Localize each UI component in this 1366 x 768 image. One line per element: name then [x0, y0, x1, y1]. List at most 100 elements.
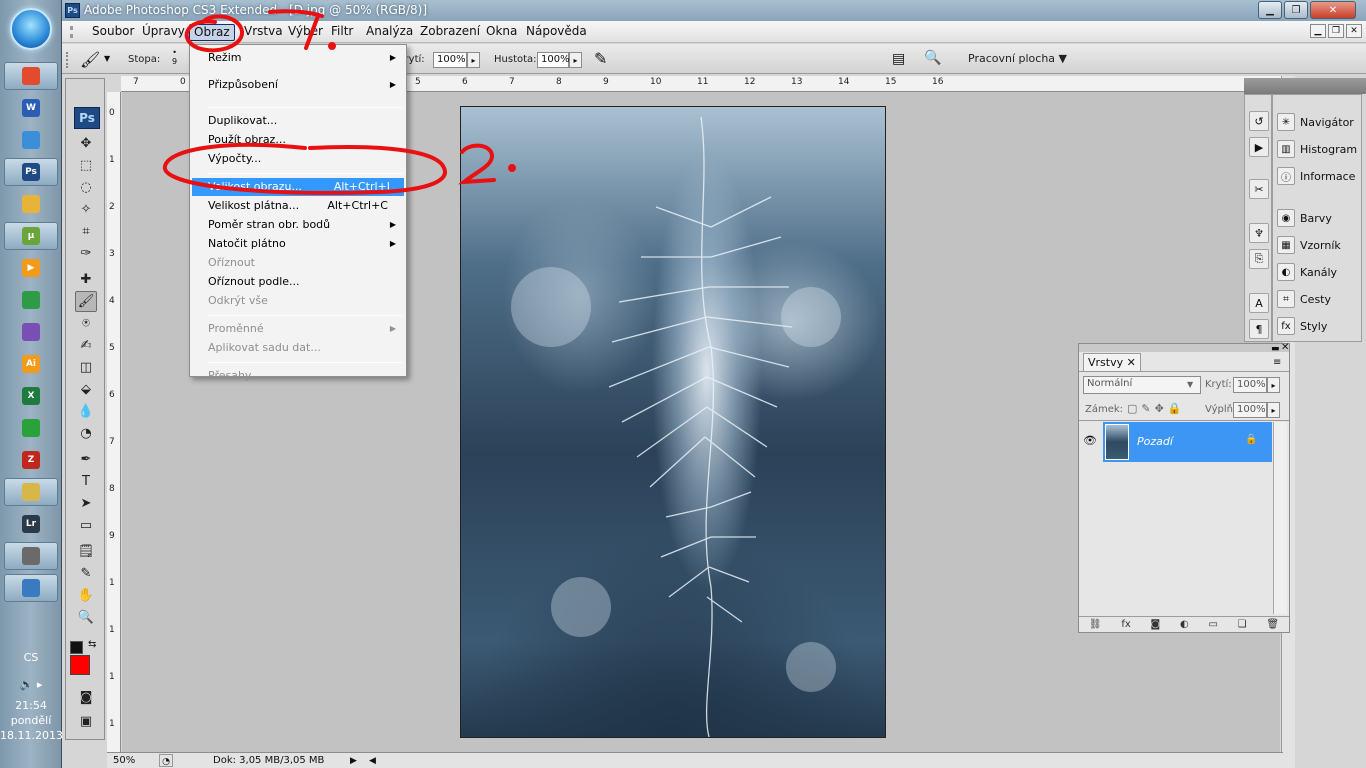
marquee-tool-icon[interactable]: ⬚: [75, 155, 97, 176]
brush-tool-icon[interactable]: 🖌: [75, 291, 97, 312]
new-layer-icon[interactable]: ❏: [1238, 619, 1247, 630]
path-select-tool-icon[interactable]: ➤: [75, 493, 97, 514]
panel-g2-1[interactable]: ▦ Vzorník: [1277, 234, 1359, 256]
layer-opacity-arrow[interactable]: ▸: [1267, 377, 1280, 393]
layers-panel-header[interactable]: [1079, 344, 1289, 352]
zoom-tool-icon[interactable]: 🔍: [75, 607, 97, 628]
dock-header[interactable]: [1244, 78, 1366, 94]
menu-item-18[interactable]: Přesahy...: [208, 367, 402, 385]
tool-presets-icon[interactable]: ✂: [1249, 179, 1269, 199]
menu-item-7[interactable]: Velikost obrazu... Alt+Ctrl+I: [192, 178, 404, 196]
menu-item-13[interactable]: Odkrýt vše: [208, 292, 402, 310]
menu-obraz[interactable]: Obraz: [189, 24, 235, 41]
menu-item-0[interactable]: Režim ▶: [208, 49, 402, 67]
workspace-menu[interactable]: Pracovní plocha ▼: [968, 52, 1067, 65]
menu-vrstva[interactable]: Vrstva: [240, 24, 287, 41]
layers-tab[interactable]: Vrstvy ✕: [1083, 353, 1141, 371]
menu-item-3[interactable]: Duplikovat...: [208, 112, 402, 130]
eyedropper-tool-icon[interactable]: ✎: [75, 563, 97, 584]
language-indicator[interactable]: CS: [0, 650, 62, 665]
menu-item-15[interactable]: Proměnné ▶: [208, 320, 402, 338]
taskbar-app-media[interactable]: ▶: [4, 254, 58, 282]
clock-time[interactable]: 21:54: [0, 698, 62, 713]
type-tool-icon[interactable]: T: [75, 471, 97, 492]
layer-opacity-field[interactable]: 100%: [1233, 377, 1267, 393]
panel-g2-3[interactable]: ⌗ Cesty: [1277, 288, 1359, 310]
taskbar-app-explorer2[interactable]: [4, 478, 58, 506]
menu-item-9[interactable]: Poměr stran obr. bodů ▶: [208, 216, 402, 234]
menu-vyber[interactable]: Výběr: [284, 24, 327, 41]
lock-icons[interactable]: ▢✎✥🔒: [1127, 402, 1186, 415]
character-icon[interactable]: A: [1249, 293, 1269, 313]
dodge-tool-icon[interactable]: ◔: [75, 423, 97, 444]
fill-arrow[interactable]: ▸: [1267, 402, 1280, 418]
magic-wand-tool-icon[interactable]: ✧: [75, 199, 97, 220]
menu-item-8[interactable]: Velikost plátna... Alt+Ctrl+C: [208, 197, 402, 215]
status-arrow-right-icon[interactable]: ▶: [350, 754, 357, 768]
menu-item-5[interactable]: Výpočty...: [208, 150, 402, 168]
opacity-field[interactable]: 100%: [433, 52, 467, 68]
layer-style-icon[interactable]: fx: [1121, 619, 1130, 630]
panel-g2-2[interactable]: ◐ Kanály: [1277, 261, 1359, 283]
palette-well-icon[interactable]: ▤: [892, 51, 905, 67]
trash-icon[interactable]: 🗑: [1266, 619, 1279, 630]
panel-1-histogram[interactable]: ▥ Histogram: [1277, 138, 1359, 160]
taskbar-app-lightroom[interactable]: Lr: [4, 510, 58, 538]
start-button[interactable]: [10, 8, 52, 50]
taskbar-app-utorrent[interactable]: µ: [4, 222, 58, 250]
menu-analyza[interactable]: Analýza: [362, 24, 417, 41]
taskbar-app-green-app[interactable]: [4, 414, 58, 442]
taskbar-app-chrome[interactable]: [4, 62, 58, 90]
fill-field[interactable]: 100%: [1233, 402, 1267, 418]
panel-g2-4[interactable]: fx Styly: [1277, 315, 1359, 337]
adjustment-layer-icon[interactable]: ◐: [1180, 619, 1189, 630]
menu-item-4[interactable]: Použít obraz...: [208, 131, 402, 149]
screen-mode-icon[interactable]: ▣: [75, 711, 97, 732]
eraser-tool-icon[interactable]: ◫: [75, 357, 97, 378]
shape-tool-icon[interactable]: ▭: [75, 515, 97, 536]
menu-item-10[interactable]: Natočit plátno ▶: [208, 235, 402, 253]
doc-minimize-button[interactable]: ▁: [1310, 24, 1326, 38]
link-layers-icon[interactable]: ⛓: [1089, 619, 1102, 630]
bucket-tool-icon[interactable]: ⬙: [75, 379, 97, 400]
new-group-icon[interactable]: ▭: [1208, 619, 1217, 630]
quick-mask-icon[interactable]: ◙: [75, 687, 97, 708]
history-brush-tool-icon[interactable]: ✍: [75, 335, 97, 356]
maximize-button[interactable]: ❐: [1284, 1, 1308, 19]
panel-0-navigátor[interactable]: ✳ Navigátor: [1277, 111, 1359, 133]
minimize-button[interactable]: ▁: [1258, 1, 1282, 19]
panel-collapse-icon[interactable]: ▬: [1271, 344, 1280, 354]
menu-item-12[interactable]: Oříznout podle...: [208, 273, 402, 291]
actions-icon[interactable]: ▶: [1249, 137, 1269, 157]
bridge-icon[interactable]: 🔍: [924, 50, 941, 66]
taskbar-app-vs[interactable]: [4, 318, 58, 346]
taskbar-app-gnumeric[interactable]: [4, 286, 58, 314]
eye-icon[interactable]: 👁: [1083, 434, 1097, 447]
close-button[interactable]: ✕: [1310, 1, 1356, 19]
notes-tool-icon[interactable]: 🗒: [75, 541, 97, 562]
healing-tool-icon[interactable]: ✚: [75, 269, 97, 290]
status-options-icon[interactable]: ◔: [159, 754, 173, 767]
volume-icon[interactable]: 🔈 ▸: [0, 677, 62, 692]
layer-row-background[interactable]: Pozadí 🔒: [1103, 422, 1272, 462]
brush-tool-icon[interactable]: 🖌: [80, 50, 100, 69]
flow-arrow-button[interactable]: ▸: [569, 52, 582, 68]
menu-napoveda[interactable]: Nápověda: [522, 24, 591, 41]
history-icon[interactable]: ↺: [1249, 111, 1269, 131]
menu-soubor[interactable]: Soubor: [88, 24, 138, 41]
layers-scrollbar[interactable]: [1273, 422, 1287, 614]
document-image[interactable]: [460, 106, 886, 738]
taskbar-app-chat[interactable]: [4, 126, 58, 154]
menu-item-1[interactable]: Přizpůsobení ▶: [208, 76, 402, 94]
pen-tool-icon[interactable]: ✒: [75, 449, 97, 470]
taskbar-app-excel[interactable]: X: [4, 382, 58, 410]
flow-field[interactable]: 100%: [537, 52, 570, 68]
brushes-icon[interactable]: ♆: [1249, 223, 1269, 243]
taskbar-app-network[interactable]: [4, 574, 58, 602]
taskbar-app-photoshop[interactable]: Ps: [4, 158, 58, 186]
blend-mode-select[interactable]: Normální: [1083, 376, 1201, 394]
panel-2-informace[interactable]: ⓘ Informace: [1277, 165, 1359, 187]
menu-upravy[interactable]: Úpravy: [138, 24, 189, 41]
doc-close-button[interactable]: ✕: [1346, 24, 1362, 38]
move-tool-icon[interactable]: ✥: [75, 133, 97, 154]
